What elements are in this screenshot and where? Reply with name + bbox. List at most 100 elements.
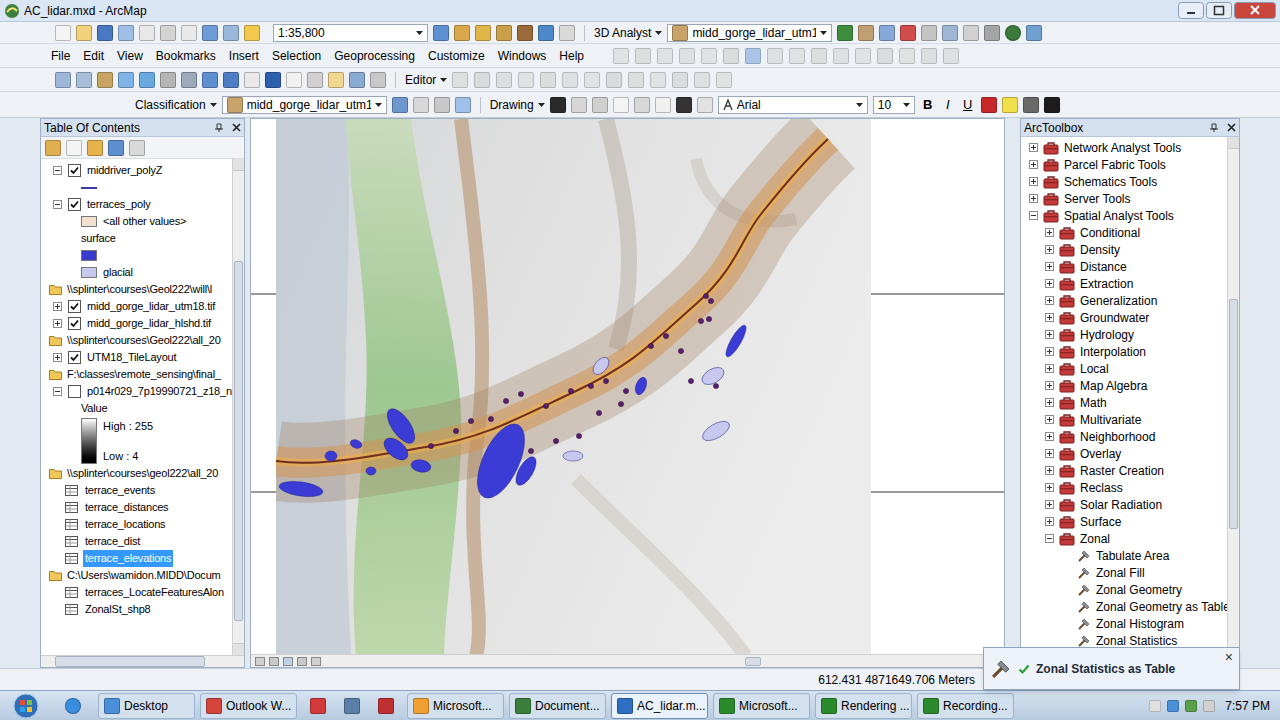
toc-workspace[interactable]: \\splinter\courses\Geol222\will\l: [41, 281, 232, 298]
expand-icon[interactable]: [1045, 347, 1054, 356]
toc-table[interactable]: terrace_elevations: [41, 550, 232, 567]
app-icon[interactable]: [413, 698, 429, 714]
taskbar-button[interactable]: Rendering ...: [815, 693, 912, 719]
toolbox-folder[interactable]: Raster Creation: [1021, 462, 1227, 479]
toolbox-folder[interactable]: Zonal: [1021, 530, 1227, 547]
taskbar-button[interactable]: Microsoft...: [713, 693, 810, 719]
tool-icon[interactable]: [655, 97, 671, 113]
tool-icon[interactable]: [108, 140, 124, 156]
tool-icon[interactable]: [454, 25, 470, 41]
close-icon[interactable]: [1227, 123, 1236, 132]
clock[interactable]: 7:57 PM: [1225, 697, 1270, 715]
toc-workspace[interactable]: F:\classes\remote_sensing\final_: [41, 366, 232, 383]
toolbox-folder[interactable]: Server Tools: [1021, 190, 1227, 207]
toolbox-folder[interactable]: Hydrology: [1021, 326, 1227, 343]
app-icon[interactable]: [310, 698, 326, 714]
tool-icon[interactable]: [87, 140, 103, 156]
menu-item[interactable]: Bookmarks: [151, 47, 221, 65]
taskbar-button[interactable]: AC_lidar.m...: [611, 693, 708, 719]
expand-icon[interactable]: [1045, 415, 1054, 424]
expand-icon[interactable]: [53, 302, 62, 311]
menu-item[interactable]: Selection: [267, 47, 326, 65]
tool-icon[interactable]: [837, 25, 853, 41]
tool-icon[interactable]: [858, 25, 874, 41]
tool-icon[interactable]: [550, 97, 566, 113]
tool-icon[interactable]: [562, 72, 578, 88]
tool-icon[interactable]: [679, 48, 695, 64]
notification-close[interactable]: ×: [1225, 648, 1233, 664]
tool-icon[interactable]: [118, 72, 134, 88]
toc-legend-item[interactable]: <all other values>: [41, 213, 232, 230]
expand-icon[interactable]: [1045, 449, 1054, 458]
expand-icon[interactable]: [1045, 330, 1054, 339]
tool-icon[interactable]: [694, 72, 710, 88]
collapse-icon[interactable]: [53, 200, 62, 209]
tool-icon[interactable]: [613, 48, 629, 64]
3d-analyst-menu[interactable]: 3D Analyst: [594, 24, 662, 42]
tool-icon[interactable]: [181, 72, 197, 88]
toc-layer[interactable]: midd_gorge_lidar_utm18.tif: [41, 298, 232, 315]
tool-icon[interactable]: [455, 97, 471, 113]
toolbox-folder[interactable]: Spatial Analyst Tools: [1021, 207, 1227, 224]
menu-item[interactable]: File: [46, 47, 75, 65]
toc-workspace[interactable]: \\splinter\courses\Geol222\all_20: [41, 332, 232, 349]
layer-checkbox[interactable]: [68, 317, 81, 330]
tool-icon[interactable]: [433, 25, 449, 41]
tool-icon[interactable]: [517, 25, 533, 41]
tool-icon[interactable]: [943, 48, 959, 64]
menu-item[interactable]: View: [112, 47, 148, 65]
app-icon[interactable]: [923, 698, 939, 714]
tool-icon[interactable]: [613, 97, 629, 113]
view-toggle-icon[interactable]: [297, 657, 307, 666]
pin-icon[interactable]: [214, 123, 224, 133]
expand-icon[interactable]: [1029, 143, 1038, 152]
toolbox-folder[interactable]: Math: [1021, 394, 1227, 411]
tool-icon[interactable]: [223, 72, 239, 88]
toolbox-folder[interactable]: Parcel Fabric Tools: [1021, 156, 1227, 173]
raster-layer-icon[interactable]: [672, 25, 688, 41]
toolbox-folder[interactable]: Density: [1021, 241, 1227, 258]
tool-icon[interactable]: [676, 97, 692, 113]
tray-icon[interactable]: [1203, 700, 1215, 712]
app-icon[interactable]: [206, 698, 222, 714]
toc-legend-item[interactable]: glacial: [41, 264, 232, 281]
lidar-hillshade-map[interactable]: [276, 119, 871, 654]
app-icon[interactable]: [719, 698, 735, 714]
tool-icon[interactable]: [392, 97, 408, 113]
layer-checkbox[interactable]: [68, 300, 81, 313]
view-toggle-icon[interactable]: [311, 657, 321, 666]
close-icon[interactable]: [1234, 2, 1276, 19]
tray-icon[interactable]: [1149, 700, 1161, 712]
app-icon[interactable]: [378, 698, 394, 714]
tool-icon[interactable]: [963, 25, 979, 41]
tool-icon[interactable]: [181, 25, 197, 41]
toolbox-folder[interactable]: Reclass: [1021, 479, 1227, 496]
expand-icon[interactable]: [1029, 177, 1038, 186]
tool-icon[interactable]: [1026, 25, 1042, 41]
layer-checkbox[interactable]: [68, 385, 81, 398]
tool-icon[interactable]: [1044, 97, 1060, 113]
taskbar-button[interactable]: Desktop: [98, 693, 195, 719]
maximize-icon[interactable]: [1206, 2, 1232, 19]
toc-table[interactable]: terrace_events: [41, 482, 232, 499]
tool-icon[interactable]: [97, 72, 113, 88]
vertical-scrollbar[interactable]: [232, 159, 244, 655]
classification-layer-dropdown[interactable]: midd_gorge_lidar_utm18.t: [222, 96, 387, 114]
tool-icon[interactable]: [139, 72, 155, 88]
tool-icon[interactable]: [160, 25, 176, 41]
tool-icon[interactable]: [413, 97, 429, 113]
taskbar-button[interactable]: Microsoft...: [407, 693, 504, 719]
toolbox-folder[interactable]: Local: [1021, 360, 1227, 377]
toc-legend-item[interactable]: [41, 247, 232, 264]
vertical-scrollbar[interactable]: [1227, 137, 1239, 667]
scrollbar-thumb[interactable]: [1229, 299, 1238, 529]
tool-icon[interactable]: [160, 72, 176, 88]
tool-icon[interactable]: [518, 72, 534, 88]
toolbox-folder[interactable]: Multivariate: [1021, 411, 1227, 428]
expand-icon[interactable]: [1045, 279, 1054, 288]
tool-icon[interactable]: [328, 72, 344, 88]
dropdown-arrow-icon[interactable]: [416, 31, 423, 35]
dropdown-arrow-icon[interactable]: [820, 31, 827, 35]
tool-icon[interactable]: [981, 97, 997, 113]
toc-table[interactable]: ZonalSt_shp8: [41, 601, 232, 618]
